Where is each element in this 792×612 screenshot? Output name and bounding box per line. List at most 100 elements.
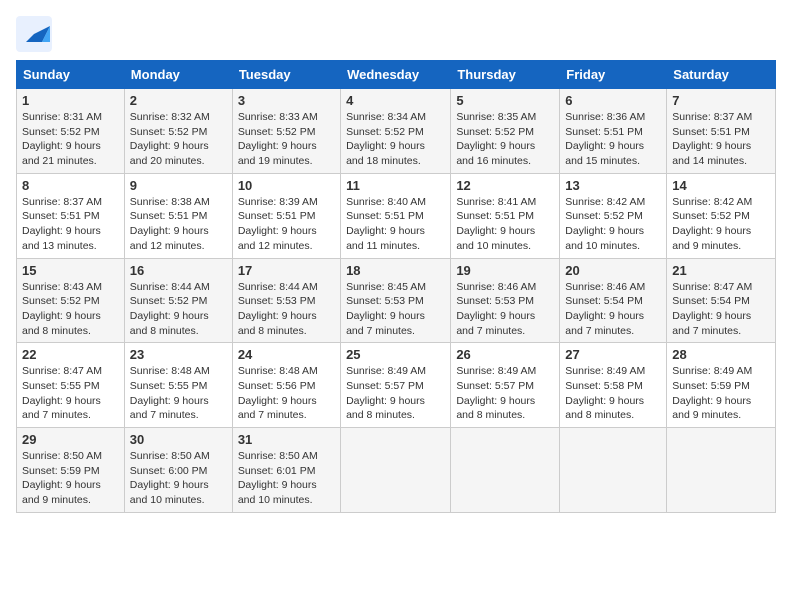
weekday-header-thursday: Thursday	[451, 61, 560, 89]
day-number: 25	[346, 347, 445, 362]
calendar-table: SundayMondayTuesdayWednesdayThursdayFrid…	[16, 60, 776, 513]
day-number: 21	[672, 263, 770, 278]
day-info: Sunrise: 8:45 AM Sunset: 5:53 PM Dayligh…	[346, 280, 445, 339]
day-info: Sunrise: 8:40 AM Sunset: 5:51 PM Dayligh…	[346, 195, 445, 254]
calendar-cell: 3 Sunrise: 8:33 AM Sunset: 5:52 PM Daylig…	[232, 89, 340, 174]
day-number: 4	[346, 93, 445, 108]
week-row-4: 22 Sunrise: 8:47 AM Sunset: 5:55 PM Dayli…	[17, 343, 776, 428]
day-info: Sunrise: 8:32 AM Sunset: 5:52 PM Dayligh…	[130, 110, 227, 169]
calendar-cell: 30 Sunrise: 8:50 AM Sunset: 6:00 PM Dayli…	[124, 428, 232, 513]
day-info: Sunrise: 8:41 AM Sunset: 5:51 PM Dayligh…	[456, 195, 554, 254]
day-info: Sunrise: 8:35 AM Sunset: 5:52 PM Dayligh…	[456, 110, 554, 169]
day-info: Sunrise: 8:42 AM Sunset: 5:52 PM Dayligh…	[565, 195, 661, 254]
day-number: 7	[672, 93, 770, 108]
day-info: Sunrise: 8:33 AM Sunset: 5:52 PM Dayligh…	[238, 110, 335, 169]
calendar-cell: 23 Sunrise: 8:48 AM Sunset: 5:55 PM Dayli…	[124, 343, 232, 428]
day-number: 16	[130, 263, 227, 278]
calendar-cell: 20 Sunrise: 8:46 AM Sunset: 5:54 PM Dayli…	[560, 258, 667, 343]
day-info: Sunrise: 8:49 AM Sunset: 5:59 PM Dayligh…	[672, 364, 770, 423]
day-number: 14	[672, 178, 770, 193]
day-number: 26	[456, 347, 554, 362]
calendar-cell: 17 Sunrise: 8:44 AM Sunset: 5:53 PM Dayli…	[232, 258, 340, 343]
calendar-cell: 4 Sunrise: 8:34 AM Sunset: 5:52 PM Daylig…	[341, 89, 451, 174]
calendar-cell: 21 Sunrise: 8:47 AM Sunset: 5:54 PM Dayli…	[667, 258, 776, 343]
day-info: Sunrise: 8:50 AM Sunset: 6:01 PM Dayligh…	[238, 449, 335, 508]
calendar-cell	[560, 428, 667, 513]
weekday-header-wednesday: Wednesday	[341, 61, 451, 89]
day-info: Sunrise: 8:47 AM Sunset: 5:55 PM Dayligh…	[22, 364, 119, 423]
calendar-cell: 2 Sunrise: 8:32 AM Sunset: 5:52 PM Daylig…	[124, 89, 232, 174]
calendar-cell: 11 Sunrise: 8:40 AM Sunset: 5:51 PM Dayli…	[341, 173, 451, 258]
day-number: 18	[346, 263, 445, 278]
calendar-cell: 15Sunrise: 8:43 AM Sunset: 5:52 PM Dayli…	[17, 258, 125, 343]
calendar-cell: 6 Sunrise: 8:36 AM Sunset: 5:51 PM Daylig…	[560, 89, 667, 174]
calendar-cell: 9Sunrise: 8:38 AM Sunset: 5:51 PM Daylig…	[124, 173, 232, 258]
week-row-5: 29 Sunrise: 8:50 AM Sunset: 5:59 PM Dayli…	[17, 428, 776, 513]
calendar-cell	[667, 428, 776, 513]
day-info: Sunrise: 8:47 AM Sunset: 5:54 PM Dayligh…	[672, 280, 770, 339]
calendar-cell: 10 Sunrise: 8:39 AM Sunset: 5:51 PM Dayli…	[232, 173, 340, 258]
day-number: 17	[238, 263, 335, 278]
day-number: 2	[130, 93, 227, 108]
day-number: 9	[130, 178, 227, 193]
day-number: 3	[238, 93, 335, 108]
day-number: 6	[565, 93, 661, 108]
day-info: Sunrise: 8:44 AM Sunset: 5:52 PM Dayligh…	[130, 280, 227, 339]
day-number: 31	[238, 432, 335, 447]
week-row-2: 8 Sunrise: 8:37 AM Sunset: 5:51 PM Daylig…	[17, 173, 776, 258]
calendar-cell: 14 Sunrise: 8:42 AM Sunset: 5:52 PM Dayli…	[667, 173, 776, 258]
calendar-cell	[451, 428, 560, 513]
day-info: Sunrise: 8:39 AM Sunset: 5:51 PM Dayligh…	[238, 195, 335, 254]
day-info: Sunrise: 8:31 AM Sunset: 5:52 PM Dayligh…	[22, 110, 119, 169]
day-number: 24	[238, 347, 335, 362]
header	[16, 16, 776, 52]
day-number: 13	[565, 178, 661, 193]
day-info: Sunrise: 8:46 AM Sunset: 5:54 PM Dayligh…	[565, 280, 661, 339]
day-info: Sunrise: 8:37 AM Sunset: 5:51 PM Dayligh…	[22, 195, 119, 254]
day-number: 28	[672, 347, 770, 362]
day-info: Sunrise: 8:36 AM Sunset: 5:51 PM Dayligh…	[565, 110, 661, 169]
day-number: 10	[238, 178, 335, 193]
day-info: Sunrise: 8:49 AM Sunset: 5:57 PM Dayligh…	[346, 364, 445, 423]
day-info: Sunrise: 8:34 AM Sunset: 5:52 PM Dayligh…	[346, 110, 445, 169]
calendar-cell: 8 Sunrise: 8:37 AM Sunset: 5:51 PM Daylig…	[17, 173, 125, 258]
calendar-cell: 19 Sunrise: 8:46 AM Sunset: 5:53 PM Dayli…	[451, 258, 560, 343]
day-info: Sunrise: 8:46 AM Sunset: 5:53 PM Dayligh…	[456, 280, 554, 339]
day-info: Sunrise: 8:42 AM Sunset: 5:52 PM Dayligh…	[672, 195, 770, 254]
weekday-header-monday: Monday	[124, 61, 232, 89]
day-info: Sunrise: 8:48 AM Sunset: 5:55 PM Dayligh…	[130, 364, 227, 423]
day-number: 15	[22, 263, 119, 278]
calendar-cell: 26 Sunrise: 8:49 AM Sunset: 5:57 PM Dayli…	[451, 343, 560, 428]
calendar-cell: 28 Sunrise: 8:49 AM Sunset: 5:59 PM Dayli…	[667, 343, 776, 428]
day-number: 22	[22, 347, 119, 362]
day-info: Sunrise: 8:49 AM Sunset: 5:58 PM Dayligh…	[565, 364, 661, 423]
day-info: Sunrise: 8:50 AM Sunset: 5:59 PM Dayligh…	[22, 449, 119, 508]
day-info: Sunrise: 8:49 AM Sunset: 5:57 PM Dayligh…	[456, 364, 554, 423]
day-number: 30	[130, 432, 227, 447]
calendar-cell: 27 Sunrise: 8:49 AM Sunset: 5:58 PM Dayli…	[560, 343, 667, 428]
weekday-header-friday: Friday	[560, 61, 667, 89]
day-number: 1	[22, 93, 119, 108]
week-row-3: 15Sunrise: 8:43 AM Sunset: 5:52 PM Dayli…	[17, 258, 776, 343]
day-number: 27	[565, 347, 661, 362]
day-number: 8	[22, 178, 119, 193]
calendar-cell: 5Sunrise: 8:35 AM Sunset: 5:52 PM Daylig…	[451, 89, 560, 174]
day-number: 11	[346, 178, 445, 193]
weekday-header-sunday: Sunday	[17, 61, 125, 89]
day-info: Sunrise: 8:37 AM Sunset: 5:51 PM Dayligh…	[672, 110, 770, 169]
day-number: 12	[456, 178, 554, 193]
day-number: 29	[22, 432, 119, 447]
calendar-cell: 7 Sunrise: 8:37 AM Sunset: 5:51 PM Daylig…	[667, 89, 776, 174]
calendar-cell: 25 Sunrise: 8:49 AM Sunset: 5:57 PM Dayli…	[341, 343, 451, 428]
day-info: Sunrise: 8:44 AM Sunset: 5:53 PM Dayligh…	[238, 280, 335, 339]
day-info: Sunrise: 8:50 AM Sunset: 6:00 PM Dayligh…	[130, 449, 227, 508]
calendar-cell: 16 Sunrise: 8:44 AM Sunset: 5:52 PM Dayli…	[124, 258, 232, 343]
calendar-cell: 24Sunrise: 8:48 AM Sunset: 5:56 PM Dayli…	[232, 343, 340, 428]
day-number: 20	[565, 263, 661, 278]
calendar-cell: 31 Sunrise: 8:50 AM Sunset: 6:01 PM Dayli…	[232, 428, 340, 513]
weekday-header-saturday: Saturday	[667, 61, 776, 89]
day-number: 23	[130, 347, 227, 362]
week-row-1: 1 Sunrise: 8:31 AM Sunset: 5:52 PM Daylig…	[17, 89, 776, 174]
day-number: 19	[456, 263, 554, 278]
calendar-cell: 12 Sunrise: 8:41 AM Sunset: 5:51 PM Dayli…	[451, 173, 560, 258]
